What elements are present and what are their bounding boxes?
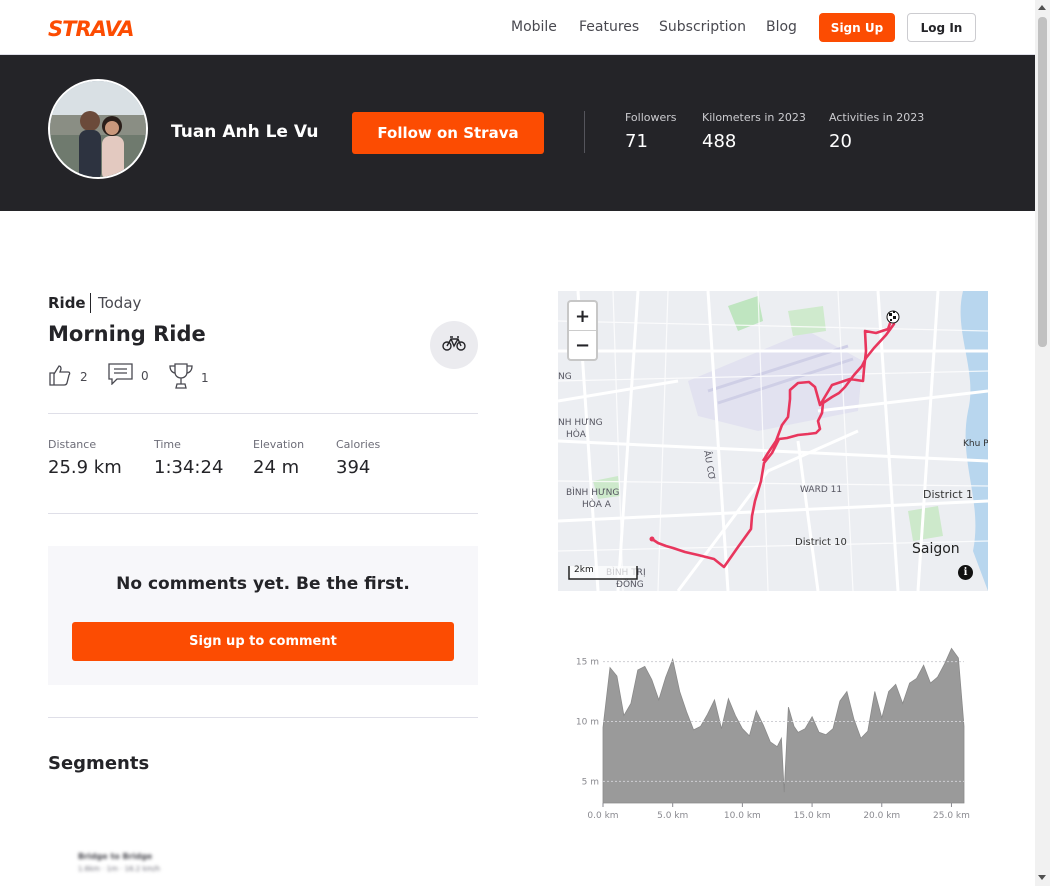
svg-text:BÌNH HƯNG: BÌNH HƯNG [566, 486, 619, 498]
segment-stats: 1.6km · 1m · 16.2 km/h [78, 865, 161, 873]
activities-label: Activities in 2023 [829, 111, 925, 124]
map-zoom-controls: + − [567, 300, 598, 361]
athlete-banner: Tuan Anh Le Vu Follow on Strava Follower… [0, 55, 1035, 211]
map-scale-label: 2km [574, 565, 594, 575]
comments-count: 0 [141, 368, 149, 383]
elevation-value: 24 m [253, 457, 300, 478]
trophy-icon [169, 363, 193, 392]
elevation-chart-svg: 15 m 10 m 5 m 0.0 km 5.0 km 10.0 km 15.0 km 20.… [576, 647, 970, 821]
svg-text:WARD 11: WARD 11 [800, 485, 842, 495]
follow-button[interactable]: Follow on Strava [352, 112, 544, 154]
signup-button[interactable]: Sign Up [819, 13, 895, 42]
followers-value: 71 [625, 131, 648, 152]
y-tick-label: 10 m [576, 718, 599, 728]
x-tick-label: 20.0 km [863, 811, 900, 821]
nav-subscription-link[interactable]: Subscription [659, 19, 746, 35]
activity-type-divider [90, 293, 91, 313]
svg-text:HÒA A: HÒA A [582, 498, 612, 510]
svg-text:NG: NG [558, 372, 572, 382]
elevation-chart: 15 m 10 m 5 m 0.0 km 5.0 km 10.0 km 15.0 km 20.… [558, 630, 988, 830]
activity-type: Ride [48, 294, 86, 312]
achievements-button[interactable]: 1 [169, 363, 209, 392]
comments-button[interactable]: 0 [108, 363, 149, 388]
y-tick-label: 5 m [582, 777, 599, 787]
athlete-avatar[interactable] [48, 79, 148, 179]
elevation-label: Elevation [253, 438, 305, 451]
ride-type-badge [430, 321, 478, 369]
y-tick-label: 15 m [576, 658, 599, 668]
nav-blog-link[interactable]: Blog [766, 19, 797, 35]
athlete-name[interactable]: Tuan Anh Le Vu [171, 122, 319, 142]
calories-label: Calories [336, 438, 381, 451]
divider [48, 717, 478, 718]
stats-divider [584, 111, 585, 153]
scroll-down-icon[interactable] [1038, 875, 1046, 880]
activity-title: Morning Ride [48, 322, 206, 346]
kilometers-label: Kilometers in 2023 [702, 111, 806, 124]
thumbs-up-icon [48, 363, 72, 390]
login-button[interactable]: Log In [907, 13, 976, 42]
comments-panel: No comments yet. Be the first. Sign up t… [48, 546, 478, 685]
page-scrollbar[interactable] [1035, 0, 1050, 886]
svg-text:HÒA: HÒA [566, 428, 587, 440]
scrollbar-thumb[interactable] [1038, 17, 1047, 347]
kilometers-value: 488 [702, 131, 737, 152]
elevation-area [602, 647, 965, 804]
svg-text:Khu P: Khu P [963, 439, 988, 449]
map-tiles: NG NH HƯNG HÒA BÌNH HƯNG HÒA A WARD 11 D… [558, 291, 988, 591]
segment-name: Bridge to Bridge [78, 852, 153, 861]
route-map[interactable]: NG NH HƯNG HÒA BÌNH HƯNG HÒA A WARD 11 D… [558, 291, 988, 591]
svg-text:ĐÔNG: ĐÔNG [616, 578, 644, 590]
distance-value: 25.9 km [48, 457, 122, 478]
top-nav: STRAVA Mobile Features Subscription Blog… [0, 0, 1035, 55]
nav-features-link[interactable]: Features [579, 19, 639, 35]
svg-text:District 10: District 10 [795, 537, 847, 548]
bicycle-icon [442, 335, 466, 355]
x-tick-label: 15.0 km [794, 811, 831, 821]
kudos-count: 2 [80, 369, 88, 384]
segments-heading: Segments [48, 753, 150, 774]
achievements-count: 1 [201, 370, 209, 385]
calories-value: 394 [336, 457, 371, 478]
zoom-in-button[interactable]: + [569, 302, 596, 331]
x-tick-label: 0.0 km [587, 811, 618, 821]
map-info-icon[interactable]: i [958, 565, 973, 580]
svg-text:District 1: District 1 [923, 488, 973, 501]
comment-icon [108, 363, 133, 388]
no-comments-text: No comments yet. Be the first. [116, 574, 410, 594]
activity-date: Today [98, 294, 142, 312]
kudos-button[interactable]: 2 [48, 363, 88, 390]
segment-row[interactable]: Bridge to Bridge 1.6km · 1m · 16.2 km/h [78, 852, 160, 873]
svg-text:Saigon: Saigon [912, 541, 960, 557]
divider [48, 413, 478, 414]
x-tick-label: 5.0 km [657, 811, 688, 821]
time-label: Time [154, 438, 181, 451]
zoom-out-button[interactable]: − [569, 331, 596, 360]
divider [48, 513, 478, 514]
scroll-up-icon[interactable] [1038, 5, 1046, 10]
x-tick-label: 10.0 km [724, 811, 761, 821]
nav-mobile-link[interactable]: Mobile [511, 19, 557, 35]
x-tick-label: 25.0 km [933, 811, 970, 821]
followers-label: Followers [625, 111, 677, 124]
distance-label: Distance [48, 438, 97, 451]
signup-to-comment-button[interactable]: Sign up to comment [72, 622, 454, 661]
time-value: 1:34:24 [154, 457, 224, 478]
activities-value: 20 [829, 131, 852, 152]
svg-text:NH HƯNG: NH HƯNG [558, 418, 603, 428]
strava-logo[interactable]: STRAVA [48, 17, 135, 41]
